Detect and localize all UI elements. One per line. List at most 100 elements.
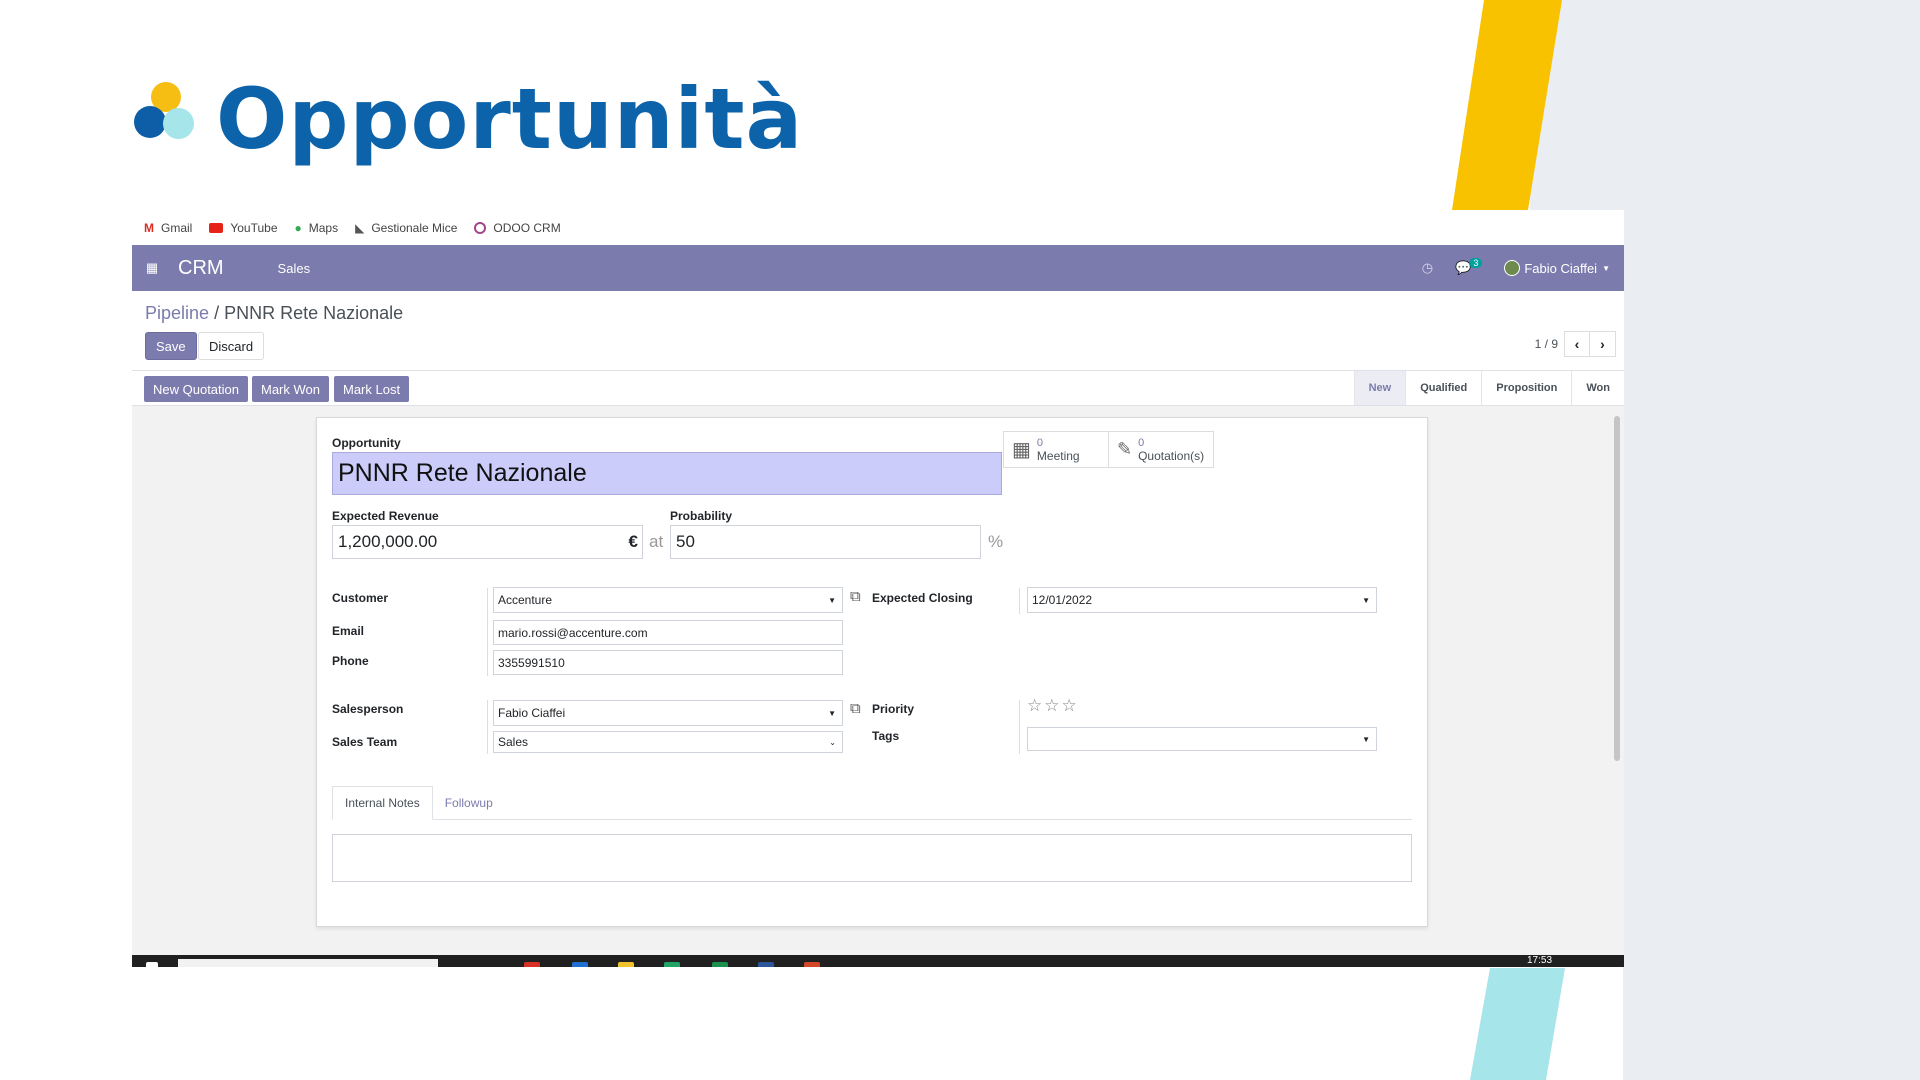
breadcrumb-current: PNNR Rete Nazionale	[224, 303, 404, 323]
new-quotation-button[interactable]: New Quotation	[144, 376, 248, 402]
sales-team-label: Sales Team	[332, 735, 398, 749]
caret-down-icon: ▼	[1602, 263, 1610, 273]
gmail-icon: M	[144, 220, 154, 235]
user-menu[interactable]: Fabio Ciaffei ▼	[1504, 260, 1610, 276]
caret-down-icon: ▼	[1362, 734, 1370, 744]
meeting-smart-button[interactable]: ▦ 0 Meeting	[1003, 431, 1109, 468]
separator	[1019, 700, 1020, 754]
email-field[interactable]: mario.rossi@accenture.com	[493, 620, 843, 645]
windows-taskbar: 17:53	[132, 955, 1624, 967]
salesperson-select[interactable]: Fabio Ciaffei ▼	[493, 700, 843, 726]
word-icon[interactable]	[758, 962, 774, 967]
bookmark-odoo[interactable]: ODOO CRM	[474, 221, 561, 235]
pencil-square-icon: ✎	[1117, 439, 1133, 459]
sales-team-select[interactable]: Sales ⌄	[493, 731, 843, 753]
caret-down-icon: ▼	[828, 595, 836, 605]
notebook-tabs: Internal Notes Followup	[332, 786, 1412, 820]
status-bar: New Quotation Mark Won Mark Lost New Qua…	[132, 371, 1624, 406]
discard-button[interactable]: Discard	[198, 332, 265, 360]
mark-lost-button[interactable]: Mark Lost	[334, 376, 410, 402]
breadcrumb: Pipeline / PNNR Rete Nazionale	[145, 303, 403, 324]
priority-stars[interactable]: ☆☆☆	[1027, 696, 1079, 716]
expected-revenue-input[interactable]: 1,200,000.00 €	[332, 525, 643, 559]
bookmark-label: Gmail	[161, 220, 193, 235]
opportunity-name-input[interactable]: PNNR Rete Nazionale	[332, 452, 1002, 495]
phone-field[interactable]: 3355991510	[493, 650, 843, 675]
form-view: ▦ 0 Meeting ✎ 0 Quotation(s) Opportunity…	[132, 406, 1624, 955]
messages-button[interactable]: 💬 3	[1455, 258, 1483, 276]
caret-down-icon: ▼	[1362, 595, 1370, 605]
email-label: Email	[332, 624, 365, 638]
pager-next-button[interactable]: ›	[1590, 331, 1616, 357]
powerpoint-icon[interactable]	[804, 962, 820, 967]
priority-label: Priority	[872, 702, 915, 716]
control-panel: Pipeline / PNNR Rete Nazionale Save Disc…	[132, 291, 1624, 371]
customer-select[interactable]: Accenture ▼	[493, 587, 843, 613]
bookmark-label: YouTube	[230, 220, 278, 235]
bookmark-gestionale[interactable]: ◣ Gestionale Mice	[355, 221, 457, 235]
expected-revenue-label: Expected Revenue	[332, 509, 439, 523]
expected-closing-label: Expected Closing	[872, 591, 973, 605]
breadcrumb-separator: /	[214, 303, 220, 323]
percent-label: %	[988, 532, 1004, 551]
internal-notes-editor[interactable]	[332, 834, 1412, 882]
chrome-icon[interactable]	[524, 962, 540, 967]
expected-closing-value: 12/01/2022	[1032, 593, 1093, 607]
quotations-smart-button[interactable]: ✎ 0 Quotation(s)	[1108, 431, 1214, 468]
probability-label: Probability	[670, 509, 733, 523]
opportunity-label: Opportunity	[332, 436, 401, 450]
stage-qualified[interactable]: Qualified	[1405, 371, 1481, 405]
chevron-down-icon: ⌄	[829, 737, 836, 747]
separator	[487, 700, 488, 754]
customer-value: Accenture	[498, 593, 553, 607]
sheets-icon[interactable]	[712, 962, 728, 967]
tab-followup[interactable]: Followup	[433, 786, 505, 819]
screenshot-window: M Gmail YouTube ● Maps ◣ Gestionale Mice…	[132, 210, 1624, 967]
salesperson-value: Fabio Ciaffei	[498, 706, 566, 720]
scrollbar[interactable]	[1614, 406, 1620, 953]
external-link-icon[interactable]: ⧉	[850, 588, 861, 605]
messages-badge: 3	[1469, 258, 1483, 268]
bookmark-label: Maps	[308, 220, 339, 235]
logo	[130, 78, 202, 150]
activity-clock-icon[interactable]: ◷	[1422, 260, 1433, 276]
probability-input[interactable]: 50	[670, 525, 981, 559]
bookmark-label: Gestionale Mice	[371, 220, 458, 235]
pager-value: 1 / 9	[1534, 337, 1558, 351]
expected-closing-date[interactable]: 12/01/2022 ▼	[1027, 587, 1377, 613]
stage-proposition[interactable]: Proposition	[1481, 371, 1571, 405]
outlook-icon[interactable]	[572, 962, 588, 967]
excel-icon[interactable]	[664, 962, 680, 967]
menu-sales[interactable]: Sales	[278, 261, 311, 276]
separator	[1019, 588, 1020, 614]
bookmarks-bar: M Gmail YouTube ● Maps ◣ Gestionale Mice…	[132, 210, 1624, 245]
tab-internal-notes[interactable]: Internal Notes	[332, 786, 433, 820]
currency-symbol: €	[628, 532, 638, 551]
stage-new[interactable]: New	[1353, 371, 1406, 405]
caret-down-icon: ▼	[828, 708, 836, 718]
stage-selector: New Qualified Proposition Won	[1353, 371, 1624, 405]
pager-previous-button[interactable]: ‹	[1564, 331, 1590, 357]
taskbar-clock: 17:53	[1527, 955, 1553, 966]
external-link-icon[interactable]: ⧉	[850, 700, 861, 717]
save-button[interactable]: Save	[145, 332, 197, 360]
breadcrumb-pipeline[interactable]: Pipeline	[145, 303, 209, 323]
mark-won-button[interactable]: Mark Won	[252, 376, 329, 402]
meeting-label: Meeting	[1036, 448, 1080, 463]
meeting-count: 0	[1036, 436, 1044, 449]
app-brand[interactable]: CRM	[178, 257, 224, 280]
folder-icon[interactable]	[618, 962, 634, 967]
bookmark-youtube[interactable]: YouTube	[209, 220, 278, 235]
bookmark-maps[interactable]: ● Maps	[295, 221, 339, 235]
bookmark-gmail[interactable]: M Gmail	[144, 221, 192, 235]
avatar	[1504, 260, 1521, 276]
windows-start-icon[interactable]	[146, 962, 158, 967]
stage-won[interactable]: Won	[1571, 371, 1624, 405]
taskbar-search-box[interactable]	[178, 959, 438, 967]
tags-label: Tags	[872, 729, 900, 743]
apps-menu-icon[interactable]: ▦	[136, 260, 168, 276]
at-label: at	[649, 532, 664, 551]
sales-team-value: Sales	[498, 735, 529, 749]
odoo-icon	[474, 221, 487, 234]
tags-select[interactable]: ▼	[1027, 727, 1377, 751]
